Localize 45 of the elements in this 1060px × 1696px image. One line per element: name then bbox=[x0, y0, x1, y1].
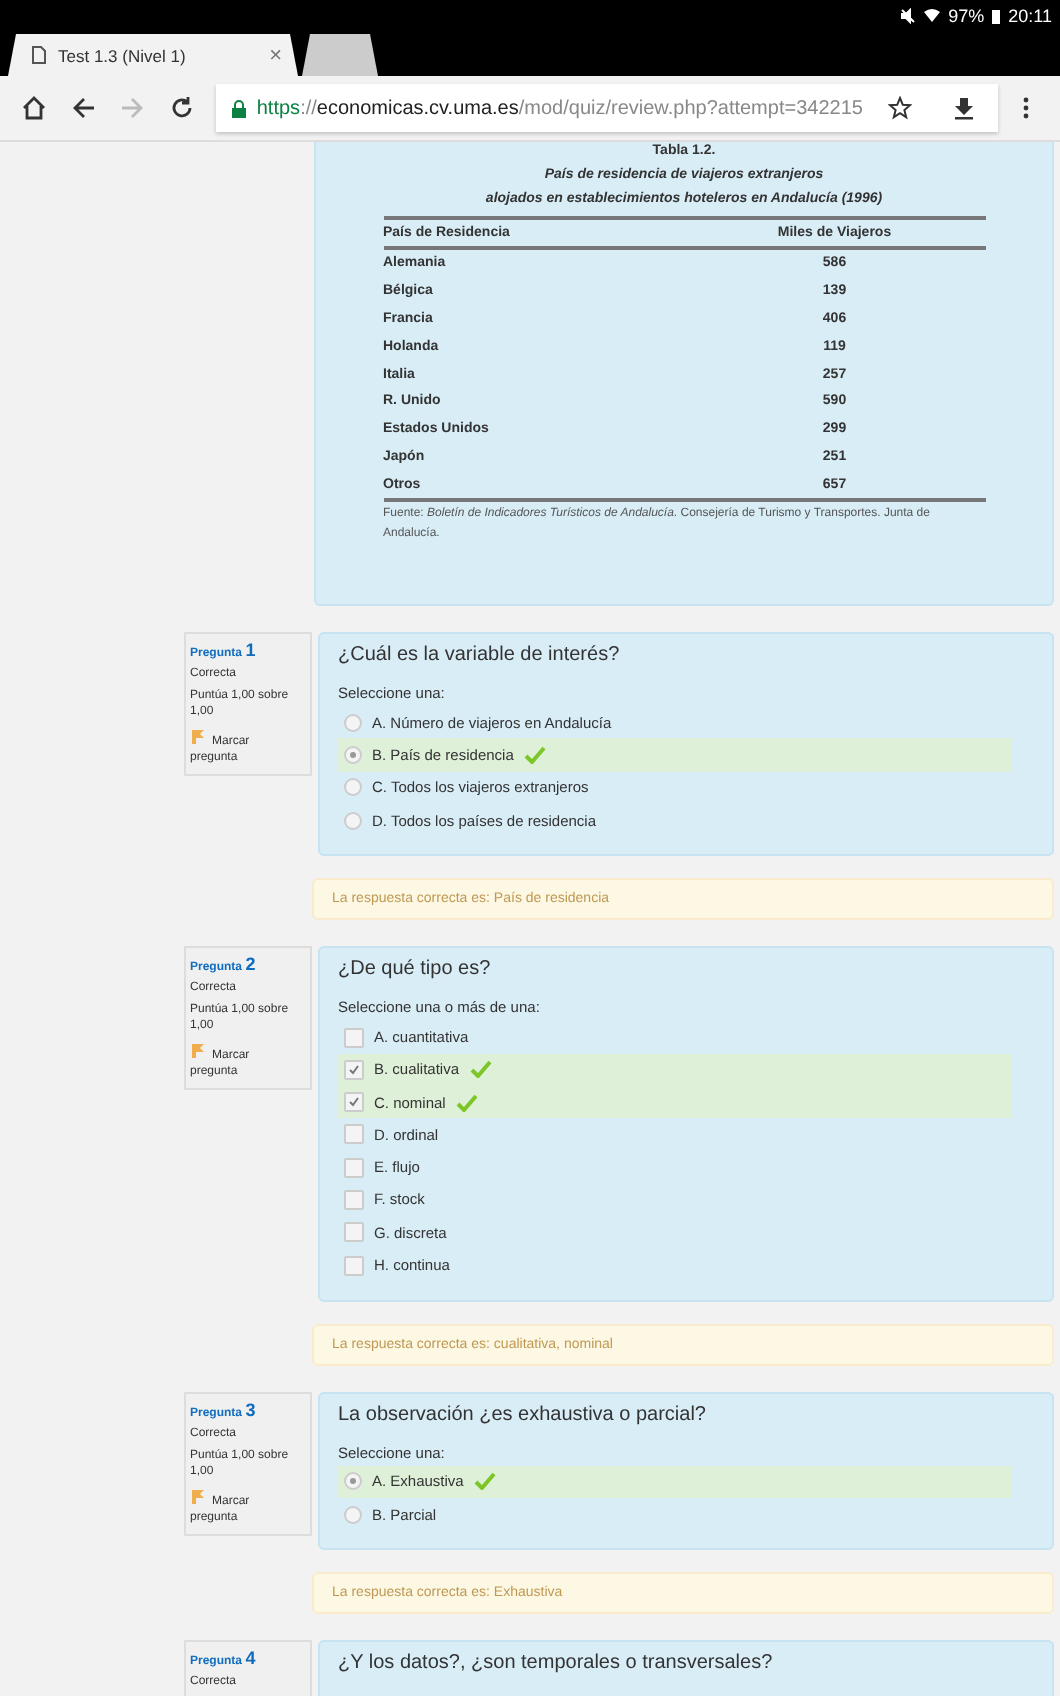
mute-icon bbox=[900, 8, 917, 24]
browser-tab[interactable]: Test 1.3 (Nivel 1) × bbox=[8, 34, 298, 76]
clock: 20:11 bbox=[1008, 6, 1052, 26]
lock-icon bbox=[232, 99, 247, 117]
url-text: https://economicas.cv.uma.es/mod/quiz/review.php?attempt=342215 bbox=[256, 97, 863, 119]
battery-level: 97% bbox=[948, 6, 985, 26]
checkbox[interactable] bbox=[344, 1255, 364, 1276]
flag-icon bbox=[190, 1044, 204, 1059]
close-tab-button[interactable]: × bbox=[269, 43, 282, 67]
question-text: La observación ¿es exhaustiva o parcial? bbox=[338, 1403, 708, 1426]
menu-icon bbox=[1021, 96, 1030, 120]
download-icon bbox=[951, 96, 976, 120]
checkbox[interactable] bbox=[344, 1157, 364, 1178]
forward-arrow-icon bbox=[120, 96, 145, 120]
checkbox[interactable] bbox=[344, 1124, 364, 1145]
home-icon bbox=[22, 96, 47, 120]
browser-tab[interactable] bbox=[302, 34, 378, 76]
checkbox[interactable] bbox=[344, 1059, 364, 1080]
radio-button[interactable] bbox=[344, 778, 362, 797]
flag-icon bbox=[190, 1489, 204, 1504]
wifi-icon bbox=[924, 8, 941, 24]
radio-button[interactable] bbox=[344, 746, 362, 765]
check-icon bbox=[469, 1060, 492, 1079]
address-bar[interactable]: https://economicas.cv.uma.es/mod/quiz/review.php?attempt=342215 bbox=[216, 84, 999, 132]
question-text: ¿Y los datos?, ¿son temporales o transversales? bbox=[338, 1652, 775, 1675]
checkbox[interactable] bbox=[344, 1222, 364, 1243]
checkbox[interactable] bbox=[344, 1189, 364, 1210]
tab-title: Test 1.3 (Nivel 1) bbox=[58, 45, 188, 65]
question-text: ¿De qué tipo es? bbox=[338, 958, 493, 981]
battery-icon bbox=[992, 8, 1001, 24]
radio-button[interactable] bbox=[344, 1505, 362, 1524]
star-icon bbox=[887, 96, 912, 120]
reload-icon bbox=[170, 96, 195, 120]
check-icon bbox=[455, 1093, 478, 1112]
checkbox[interactable] bbox=[344, 1092, 364, 1113]
flag-icon bbox=[190, 730, 204, 745]
radio-button[interactable] bbox=[344, 811, 362, 830]
question-text: ¿Cuál es la variable de interés? bbox=[338, 644, 622, 667]
back-arrow-icon bbox=[71, 96, 96, 120]
check-icon bbox=[523, 746, 546, 765]
radio-button[interactable] bbox=[344, 713, 362, 732]
checkbox[interactable] bbox=[344, 1027, 364, 1047]
check-icon bbox=[473, 1472, 496, 1491]
page-icon bbox=[32, 46, 46, 64]
radio-button[interactable] bbox=[344, 1472, 362, 1491]
